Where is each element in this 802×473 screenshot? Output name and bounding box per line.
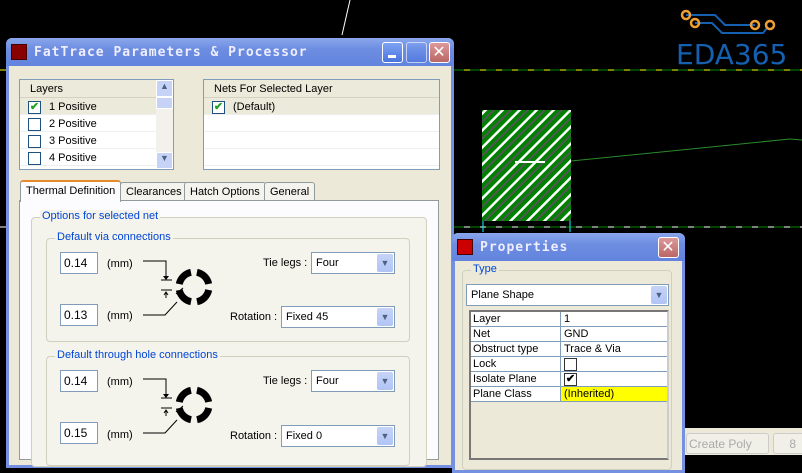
prop-name: Layer — [471, 312, 561, 326]
thermal-relief-icon — [143, 260, 213, 316]
prop-value[interactable]: Trace & Via — [561, 342, 667, 356]
prop-value[interactable]: GND — [561, 327, 667, 341]
select-value: Plane Shape — [471, 289, 534, 301]
properties-icon — [457, 239, 473, 255]
grid-row[interactable]: Net GND — [471, 327, 667, 342]
type-select[interactable]: Plane Shape ▼ — [466, 284, 669, 306]
close-button[interactable]: ✕ — [658, 237, 679, 258]
chevron-down-icon: ▼ — [651, 286, 667, 304]
logo-text: EDA365 — [676, 38, 788, 71]
grid-row[interactable]: Isolate Plane ✔ — [471, 372, 667, 387]
isolate-plane-checkbox[interactable]: ✔ — [564, 373, 577, 386]
grid-row[interactable]: Layer 1 — [471, 312, 667, 327]
grid-row[interactable]: Plane Class (Inherited) — [471, 387, 667, 402]
prop-name: Isolate Plane — [471, 372, 561, 386]
thermal-diagram-icons — [0, 260, 213, 455]
prop-name: Obstruct type — [471, 342, 561, 356]
tab-thermal-definition[interactable]: Thermal Definition — [20, 180, 122, 202]
group-label: Type — [471, 263, 499, 275]
prop-value[interactable]: 1 — [561, 312, 667, 326]
prop-name: Lock — [471, 357, 561, 371]
plane-shape — [482, 110, 571, 221]
eda365-logo-icon — [680, 9, 776, 34]
create-poly-button[interactable]: Create Poly — [686, 433, 769, 454]
prop-name: Net — [471, 327, 561, 341]
title-bar[interactable]: Properties ✕ — [452, 233, 685, 261]
properties-grid: Layer 1 Net GND Obstruct type Trace & Via L… — [469, 310, 669, 460]
lock-checkbox[interactable] — [564, 358, 577, 371]
grid-row[interactable]: Obstruct type Trace & Via — [471, 342, 667, 357]
ratsnest-line — [570, 138, 802, 162]
prop-name: Plane Class — [471, 387, 561, 401]
prop-value[interactable]: (Inherited) — [561, 387, 667, 401]
grid-row[interactable]: Lock — [471, 357, 667, 372]
dialog-title: Properties — [480, 240, 569, 255]
status-field: 8 — [773, 433, 802, 454]
